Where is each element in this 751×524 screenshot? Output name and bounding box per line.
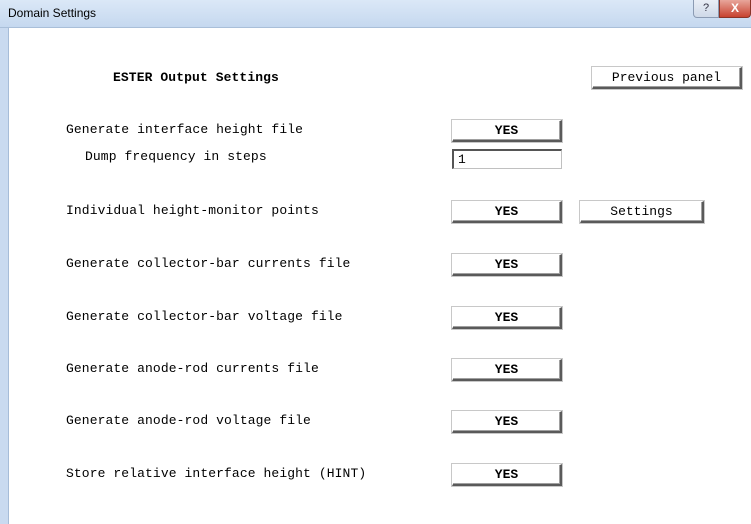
panel-heading: ESTER Output Settings xyxy=(113,70,279,85)
anode-currents-yes-button[interactable]: YES xyxy=(452,359,562,381)
anode-voltage-yes-button[interactable]: YES xyxy=(452,411,562,433)
help-icon[interactable]: ? xyxy=(693,0,719,18)
dump-frequency-label: Dump frequency in steps xyxy=(85,149,267,164)
collector-voltage-label: Generate collector-bar voltage file xyxy=(66,309,343,324)
collector-currents-label: Generate collector-bar currents file xyxy=(66,256,351,271)
monitor-points-settings-button[interactable]: Settings xyxy=(580,201,704,223)
hint-label: Store relative interface height (HINT) xyxy=(66,466,367,481)
window-titlebar: Domain Settings ? X xyxy=(0,0,751,28)
monitor-points-yes-button[interactable]: YES xyxy=(452,201,562,223)
anode-currents-label: Generate anode-rod currents file xyxy=(66,361,319,376)
interface-height-label: Generate interface height file xyxy=(66,122,304,137)
previous-panel-button[interactable]: Previous panel xyxy=(592,67,742,89)
anode-voltage-label: Generate anode-rod voltage file xyxy=(66,413,311,428)
monitor-points-label: Individual height-monitor points xyxy=(66,203,319,218)
collector-currents-yes-button[interactable]: YES xyxy=(452,254,562,276)
dump-frequency-field[interactable]: 1 xyxy=(452,149,562,169)
window-frame xyxy=(0,28,9,524)
collector-voltage-yes-button[interactable]: YES xyxy=(452,307,562,329)
hint-yes-button[interactable]: YES xyxy=(452,464,562,486)
close-icon[interactable]: X xyxy=(719,0,751,18)
interface-height-yes-button[interactable]: YES xyxy=(452,120,562,142)
window-title: Domain Settings xyxy=(8,6,97,20)
settings-panel: ESTER Output Settings Previous panel Gen… xyxy=(9,28,751,524)
